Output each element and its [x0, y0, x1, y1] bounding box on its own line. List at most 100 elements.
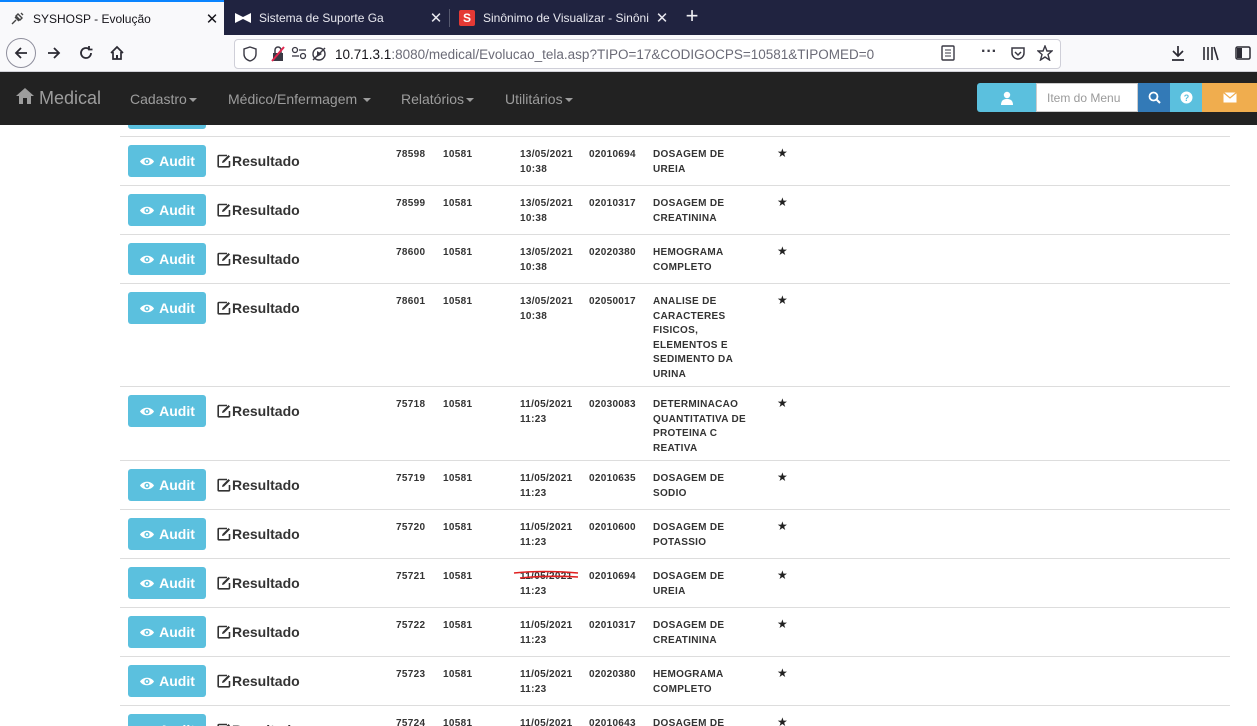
eye-icon [139, 529, 155, 540]
procedure-code: 02010317 [589, 620, 636, 631]
close-icon[interactable]: ✕ [424, 9, 448, 27]
downloads-button[interactable] [1164, 39, 1192, 67]
audit-button[interactable] [128, 125, 206, 129]
resultado-link[interactable]: Resultado [217, 251, 300, 267]
search-button[interactable] [1138, 83, 1170, 112]
time-value: 11:23 [520, 683, 547, 695]
star-icon[interactable]: ★ [777, 195, 788, 210]
red-underline-annotation [513, 570, 579, 579]
resultado-link[interactable]: Resultado [217, 624, 300, 640]
help-button[interactable]: ? [1170, 83, 1202, 112]
library-button[interactable] [1197, 39, 1225, 67]
star-icon[interactable]: ★ [777, 568, 788, 583]
star-icon[interactable]: ★ [777, 519, 788, 534]
back-button[interactable] [6, 38, 36, 68]
menu-utilitarios[interactable]: Utilitários [505, 91, 573, 107]
url-text[interactable]: 10.71.3.1:8080/medical/Evolucao_tela.asp… [335, 47, 874, 62]
audit-button[interactable]: Audit [128, 194, 206, 226]
star-icon[interactable]: ★ [777, 244, 788, 259]
menu-cadastro[interactable]: Cadastro [130, 91, 197, 107]
resultado-link[interactable]: Resultado [217, 722, 300, 726]
reader-view-icon[interactable] [941, 45, 955, 64]
shield-icon[interactable] [243, 46, 257, 65]
procedure-description: ANALISE DE CARACTERES FISICOS, ELEMENTOS… [653, 296, 733, 380]
menu-medico-enfermagem[interactable]: Médico/Enfermagem [228, 91, 372, 107]
star-icon[interactable]: ★ [777, 666, 788, 681]
resultado-label: Resultado [232, 300, 300, 316]
sidebar-button[interactable] [1229, 39, 1257, 67]
procedure-description: DETERMINACAO QUANTITATIVA DE PROTEINA C … [653, 399, 747, 454]
evolution-list: Audit Resultado 78598 10581 13/05/2021 10:38 0… [0, 125, 1257, 726]
resultado-link[interactable]: Resultado [217, 403, 300, 419]
star-icon[interactable]: ★ [777, 146, 788, 161]
audit-button[interactable]: Audit [128, 292, 206, 324]
audit-button[interactable]: Audit [128, 665, 206, 697]
procedure-code: 02010694 [589, 571, 636, 582]
browser-tab-sinonimo[interactable]: S Sinônimo de Visualizar - Sinôni ✕ [450, 0, 674, 35]
messages-button[interactable] [1202, 83, 1257, 112]
more-actions-icon[interactable]: ··· [981, 43, 997, 61]
audit-button[interactable]: Audit [128, 567, 206, 599]
star-icon[interactable]: ★ [777, 293, 788, 308]
resultado-link[interactable]: Resultado [217, 153, 300, 169]
forward-button[interactable] [40, 39, 68, 67]
resultado-label: Resultado [232, 202, 300, 218]
user-button[interactable] [977, 83, 1036, 112]
procedure-code: 02010694 [589, 149, 636, 160]
menu-relatorios[interactable]: Relatórios [401, 91, 475, 107]
eye-icon [139, 578, 155, 589]
procedure-code: 02020380 [589, 669, 636, 680]
tab-title: Sinônimo de Visualizar - Sinôni [483, 10, 649, 25]
brand-link[interactable]: Medical [15, 87, 101, 110]
star-icon[interactable]: ★ [777, 715, 788, 726]
bookmark-star-icon[interactable] [1036, 44, 1054, 64]
autoplay-blocked-icon[interactable] [311, 46, 327, 65]
date-value: 11/05/2021 [520, 669, 573, 680]
audit-button[interactable]: Audit [128, 469, 206, 501]
audit-button[interactable]: Audit [128, 145, 206, 177]
insecure-lock-icon[interactable] [271, 46, 285, 65]
record-id: 78600 [396, 247, 426, 258]
reload-icon [80, 46, 93, 59]
date-value: 13/05/2021 [520, 296, 574, 307]
resultado-link[interactable]: Resultado [217, 300, 300, 316]
datetime-cell: 11/05/2021 11:23 [520, 619, 573, 648]
close-icon[interactable]: ✕ [200, 10, 224, 28]
resultado-link[interactable]: Resultado [217, 575, 300, 591]
browser-tab-suporte[interactable]: Sistema de Suporte Ga ✕ [226, 0, 448, 35]
audit-button[interactable]: Audit [128, 714, 206, 726]
resultado-link[interactable]: Resultado [217, 202, 300, 218]
procedure-code: 02010635 [589, 473, 636, 484]
menu-search-input[interactable] [1036, 83, 1138, 112]
audit-label: Audit [159, 251, 195, 267]
permissions-icon[interactable] [291, 46, 307, 63]
audit-button[interactable]: Audit [128, 518, 206, 550]
download-icon [1172, 46, 1184, 61]
reload-button[interactable] [72, 39, 100, 67]
edit-icon [217, 478, 231, 492]
close-icon[interactable]: ✕ [650, 9, 674, 27]
audit-button[interactable]: Audit [128, 243, 206, 275]
pocket-icon[interactable] [1010, 45, 1026, 64]
edit-icon [217, 203, 231, 217]
star-icon[interactable]: ★ [777, 396, 788, 411]
procedure-code: 02020380 [589, 247, 636, 258]
url-bar[interactable]: 10.71.3.1:8080/medical/Evolucao_tela.asp… [234, 39, 1061, 69]
syringe-icon [9, 11, 25, 27]
procedure-description: DOSAGEM DE SODIO [653, 473, 725, 499]
home-button[interactable] [103, 39, 131, 67]
star-icon[interactable]: ★ [777, 470, 788, 485]
resultado-link[interactable]: Resultado [217, 477, 300, 493]
browser-tab-syshosp[interactable]: SYSHOSP - Evolução ✕ [0, 0, 224, 35]
date-value: 11/05/2021 [520, 718, 573, 726]
new-tab-button[interactable]: + [680, 5, 704, 29]
audit-button[interactable]: Audit [128, 616, 206, 648]
audit-button[interactable]: Audit [128, 395, 206, 427]
eye-icon [139, 480, 155, 491]
edit-icon [217, 404, 231, 418]
resultado-link[interactable]: Resultado [217, 526, 300, 542]
resultado-label: Resultado [232, 477, 300, 493]
arrow-left-icon [14, 47, 27, 59]
star-icon[interactable]: ★ [777, 617, 788, 632]
resultado-link[interactable]: Resultado [217, 673, 300, 689]
